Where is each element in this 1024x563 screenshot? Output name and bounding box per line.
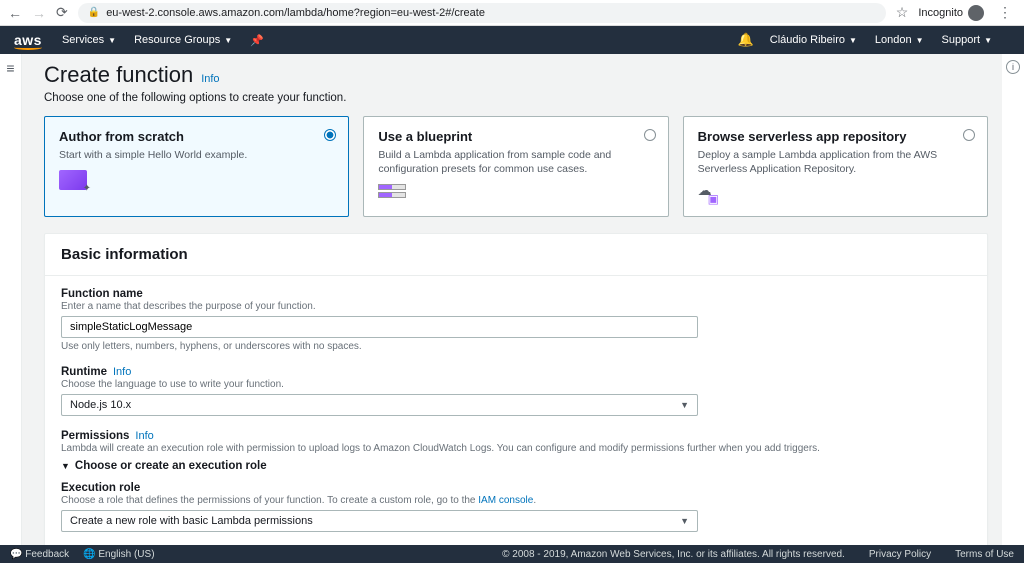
url-bar[interactable]: 🔒 eu-west-2.console.aws.amazon.com/lambd… xyxy=(78,3,886,23)
main-content: Create function Info Choose one of the f… xyxy=(22,54,1002,545)
browser-menu-icon[interactable]: ⋮ xyxy=(994,4,1016,21)
url-text: eu-west-2.console.aws.amazon.com/lambda/… xyxy=(106,7,485,19)
notifications-icon[interactable]: 🔔 xyxy=(738,32,754,48)
field-permissions: PermissionsInfo Lambda will create an ex… xyxy=(61,430,971,472)
forward-icon[interactable]: → xyxy=(32,5,46,21)
lock-icon: 🔒 xyxy=(88,7,100,18)
nav-pin-icon[interactable]: 📌 xyxy=(250,34,264,47)
copyright: © 2008 - 2019, Amazon Web Services, Inc.… xyxy=(502,549,845,560)
function-name-input[interactable] xyxy=(61,316,698,338)
aws-logo[interactable]: aws xyxy=(14,32,42,48)
execution-role-expander[interactable]: Choose or create an execution role xyxy=(61,460,971,472)
info-link[interactable]: Info xyxy=(201,73,219,85)
nav-services[interactable]: Services▼ xyxy=(62,34,116,46)
blueprint-icon xyxy=(378,184,406,204)
incognito-indicator: Incognito xyxy=(918,5,984,21)
bookmark-icon[interactable]: ☆ xyxy=(896,4,909,21)
field-runtime: RuntimeInfo Choose the language to use t… xyxy=(61,366,971,416)
repo-icon xyxy=(698,184,726,204)
field-function-name: Function name Enter a name that describe… xyxy=(61,288,971,352)
card-use-blueprint[interactable]: Use a blueprint Build a Lambda applicati… xyxy=(363,116,668,217)
radio-icon xyxy=(644,129,656,141)
nav-region[interactable]: London▼ xyxy=(875,34,924,46)
feedback-link[interactable]: 💬 Feedback xyxy=(10,549,69,560)
scratch-icon xyxy=(59,170,87,190)
page-title: Create function Info xyxy=(44,62,988,88)
runtime-select[interactable]: Node.js 10.x xyxy=(61,394,698,416)
radio-icon xyxy=(324,129,336,141)
language-selector[interactable]: 🌐 English (US) xyxy=(83,549,154,560)
menu-toggle-icon[interactable]: ≡ xyxy=(6,60,14,545)
field-execution-role: Execution role Choose a role that define… xyxy=(61,482,971,532)
card-serverless-repo[interactable]: Browse serverless app repository Deploy … xyxy=(683,116,988,217)
page-subtitle: Choose one of the following options to c… xyxy=(44,92,988,104)
left-rail: ≡ xyxy=(0,54,22,545)
reload-icon[interactable]: ⟳ xyxy=(56,4,68,21)
execution-role-select[interactable]: Create a new role with basic Lambda perm… xyxy=(61,510,698,532)
nav-support[interactable]: Support▼ xyxy=(942,34,992,46)
browser-chrome: ← → ⟳ 🔒 eu-west-2.console.aws.amazon.com… xyxy=(0,0,1024,26)
privacy-link[interactable]: Privacy Policy xyxy=(869,549,931,560)
aws-footer: 💬 Feedback 🌐 English (US) © 2008 - 2019,… xyxy=(0,545,1024,563)
option-cards: Author from scratch Start with a simple … xyxy=(44,116,988,217)
nav-user[interactable]: Cláudio Ribeiro▼ xyxy=(770,34,857,46)
info-link[interactable]: Info xyxy=(135,430,153,442)
aws-top-nav: aws Services▼ Resource Groups▼ 📌 🔔 Cláud… xyxy=(0,26,1024,54)
right-rail: i xyxy=(1002,54,1024,545)
incognito-icon xyxy=(968,5,984,21)
basic-info-panel: Basic information Function name Enter a … xyxy=(44,233,988,545)
nav-resource-groups[interactable]: Resource Groups▼ xyxy=(134,34,232,46)
panel-header: Basic information xyxy=(45,234,987,276)
info-link[interactable]: Info xyxy=(113,366,131,378)
terms-link[interactable]: Terms of Use xyxy=(955,549,1014,560)
radio-icon xyxy=(963,129,975,141)
help-panel-icon[interactable]: i xyxy=(1006,60,1020,74)
back-icon[interactable]: ← xyxy=(8,5,22,21)
iam-console-link[interactable]: IAM console xyxy=(478,495,533,506)
card-author-from-scratch[interactable]: Author from scratch Start with a simple … xyxy=(44,116,349,217)
